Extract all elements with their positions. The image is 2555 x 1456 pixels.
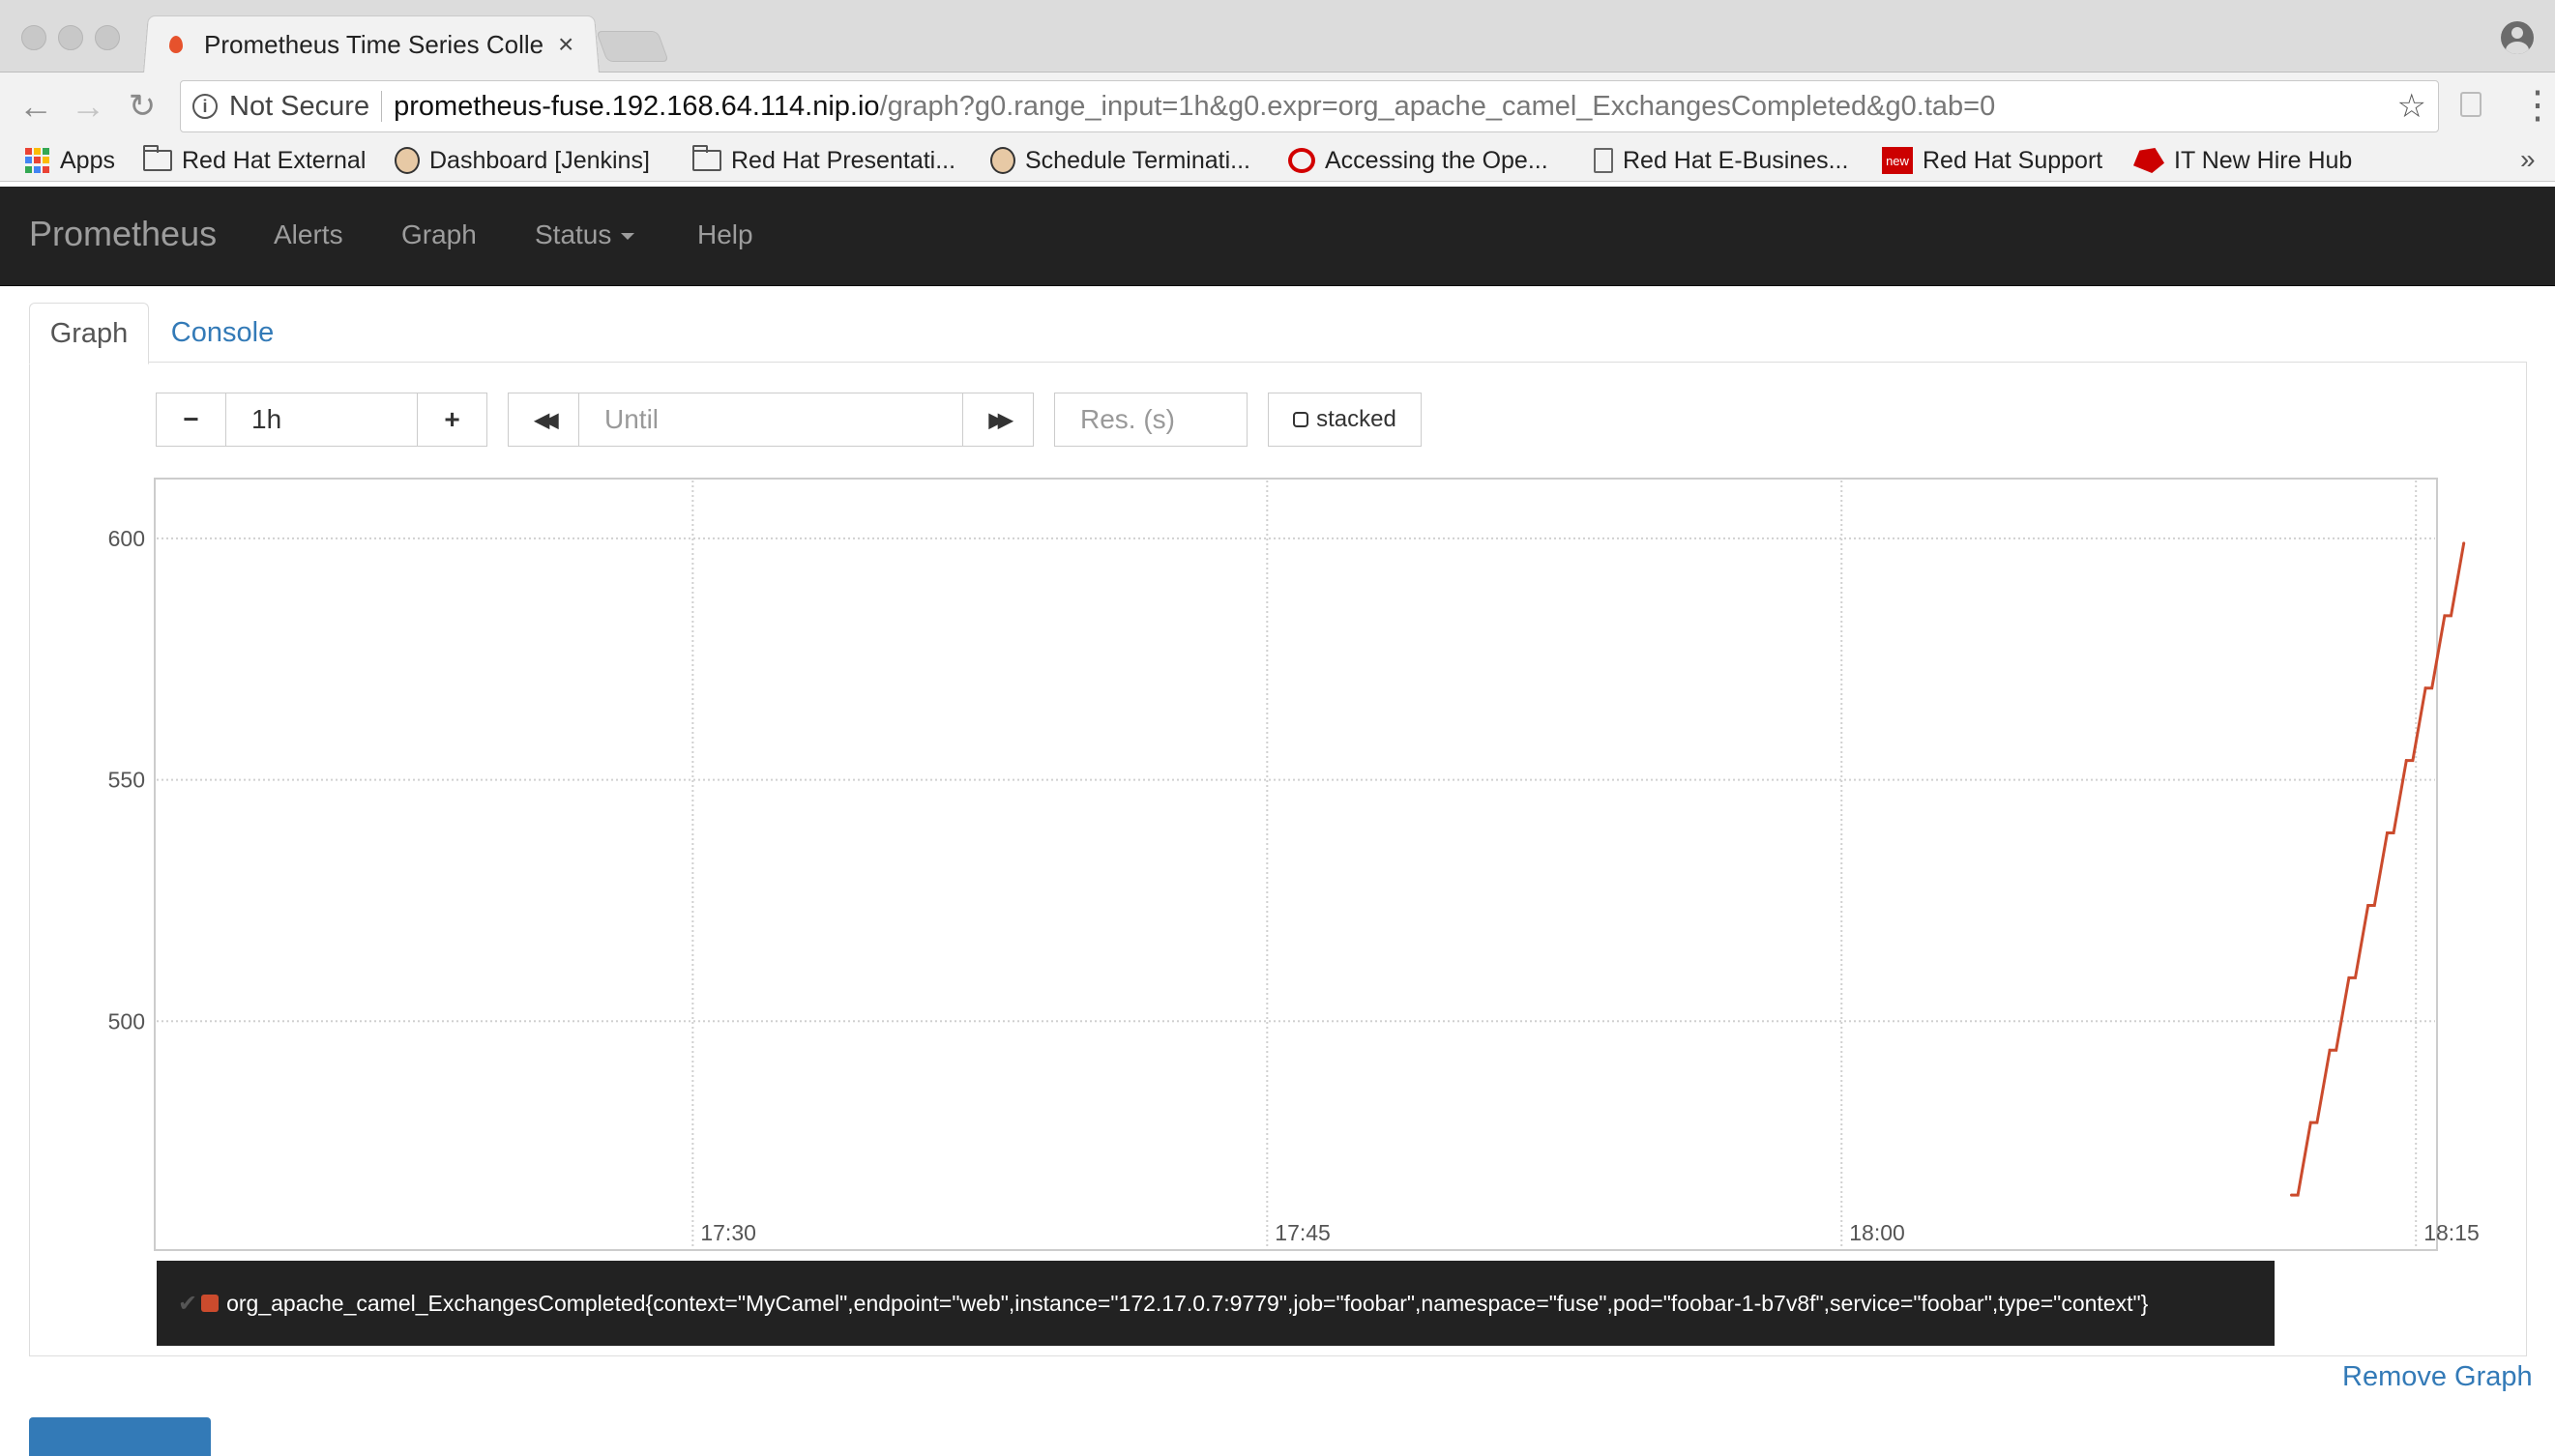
data-point (2328, 1048, 2332, 1052)
x-tick-label: 18:00 (1849, 1220, 1905, 1245)
data-point (2404, 759, 2408, 763)
checkmark-icon[interactable]: ✔ (178, 1290, 197, 1318)
graph-chart[interactable]: 500 550 600 17:30 17:45 18:00 18:15 (0, 0, 2555, 1441)
remove-graph-link[interactable]: Remove Graph (2342, 1361, 2533, 1393)
data-point (2290, 1193, 2294, 1197)
legend-series-label[interactable]: org_apache_camel_ExchangesCompleted{cont… (226, 1291, 2148, 1317)
data-point (2443, 614, 2447, 618)
series-color-swatch (201, 1295, 220, 1312)
x-tick-label: 18:15 (2423, 1220, 2480, 1245)
graph-legend: ✔ org_apache_camel_ExchangesCompleted{co… (157, 1261, 2275, 1346)
data-point (2386, 831, 2390, 835)
y-tick-label: 600 (108, 526, 145, 551)
plot-area (154, 478, 2438, 1251)
y-tick-label: 500 (108, 1008, 145, 1034)
add-graph-button[interactable] (29, 1417, 211, 1456)
x-tick-label: 17:45 (1275, 1220, 1331, 1245)
y-tick-label: 550 (108, 768, 145, 793)
data-point (2347, 976, 2351, 979)
x-tick-label: 17:30 (700, 1220, 756, 1245)
data-point (2308, 1121, 2312, 1124)
data-point (2462, 541, 2466, 545)
tab-graph[interactable]: Graph (29, 303, 149, 364)
data-point (2366, 903, 2370, 907)
data-point (2423, 686, 2427, 690)
